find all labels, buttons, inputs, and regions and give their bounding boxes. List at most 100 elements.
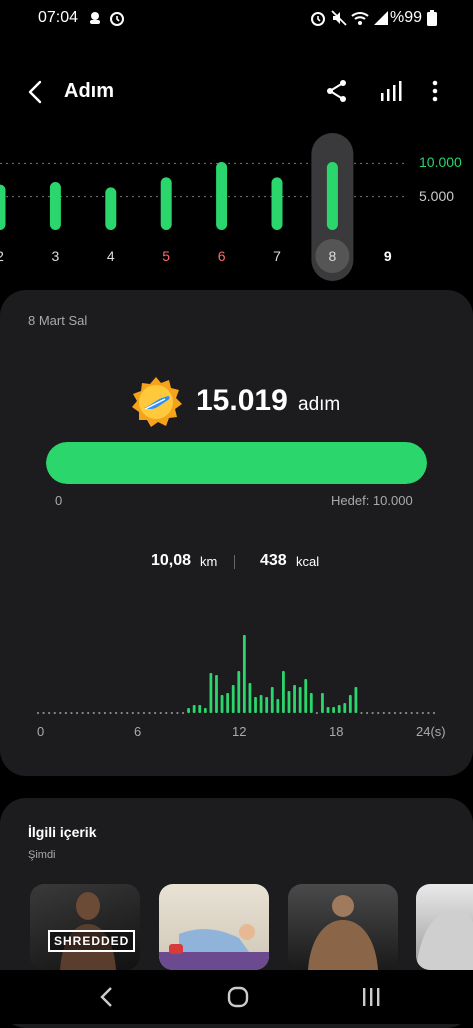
steps-progress-bar: [46, 442, 427, 484]
hourly-dot: [365, 711, 369, 715]
day-label[interactable]: 9: [373, 248, 403, 264]
hourly-dot: [103, 711, 107, 715]
day-label[interactable]: 2: [0, 248, 15, 264]
hourly-bar: [354, 687, 358, 713]
hourly-dot: [432, 711, 436, 715]
hourly-bar: [192, 705, 196, 713]
battery-percent: %99: [390, 9, 423, 26]
related-content-subtitle: Şimdi: [28, 849, 56, 861]
day-bar[interactable]: [160, 177, 172, 230]
hourly-dot: [109, 711, 112, 715]
hourly-dot: [405, 711, 408, 715]
day-bar[interactable]: [49, 182, 61, 230]
shredded-label: SHREDDED: [48, 930, 136, 952]
hourly-bar: [254, 697, 257, 713]
hourly-dot: [388, 711, 391, 715]
calories-unit: kcal: [296, 554, 320, 569]
day-bar[interactable]: [326, 162, 338, 230]
day-label[interactable]: 3: [40, 248, 70, 264]
related-item-thumbnail[interactable]: [416, 884, 473, 970]
hourly-dot: [170, 711, 173, 715]
nav-recents-icon[interactable]: [360, 986, 382, 1008]
hourly-dot: [64, 711, 67, 715]
hour-tick-label: 18: [329, 724, 344, 739]
bar-chart-icon: [381, 81, 402, 101]
distance-value: 10,08: [151, 552, 192, 569]
calories-value: 438: [260, 552, 287, 569]
hourly-dot: [120, 711, 123, 715]
hourly-bar: [187, 708, 190, 713]
hourly-bar: [287, 691, 291, 713]
hourly-bar: [203, 708, 207, 713]
related-item-thumbnail[interactable]: [159, 884, 269, 970]
day-bar[interactable]: [271, 177, 283, 230]
hourly-dot: [48, 711, 51, 715]
hourly-bar: [259, 695, 263, 713]
day-bar[interactable]: [0, 184, 6, 230]
day-label[interactable]: 4: [96, 248, 126, 264]
chart-view-button[interactable]: [378, 78, 404, 104]
signal-icon: [374, 11, 388, 25]
day-label[interactable]: 6: [207, 248, 237, 264]
goal-line-label: 10.000: [419, 154, 462, 171]
hourly-dot: [131, 711, 134, 715]
goal-line-label: 5.000: [419, 187, 455, 204]
battery-icon: [427, 10, 437, 26]
day-bar[interactable]: [216, 162, 228, 230]
hourly-bar: [332, 707, 336, 713]
hourly-bar: [248, 683, 252, 713]
hourly-dot: [142, 711, 146, 715]
hourly-bar: [265, 697, 269, 713]
hourly-dot: [70, 711, 73, 715]
hourly-bar: [309, 693, 313, 713]
hourly-dot: [416, 711, 419, 715]
date-label: 8 Mart Sal: [28, 313, 88, 328]
hourly-dot: [114, 711, 118, 715]
related-item-thumbnail[interactable]: [288, 884, 398, 970]
hourly-dot: [399, 711, 402, 715]
more-options-button[interactable]: [423, 78, 447, 104]
related-item-thumbnail[interactable]: SHREDDED: [30, 884, 140, 970]
nav-back-icon[interactable]: [97, 986, 117, 1008]
hourly-dot: [148, 711, 151, 715]
day-label[interactable]: 5: [151, 248, 181, 264]
torso-image: [416, 910, 473, 970]
hourly-bar: [304, 679, 308, 713]
hourly-dot: [176, 711, 179, 715]
day-bar[interactable]: [105, 187, 117, 230]
nav-home-icon[interactable]: [226, 985, 250, 1009]
goal-label: Hedef: 10.000: [331, 493, 413, 508]
hourly-dot: [98, 711, 101, 715]
hourly-dot: [81, 711, 84, 715]
mute-icon: [331, 10, 347, 26]
navigation-bar: [0, 970, 473, 1024]
notification-icon: [90, 12, 100, 24]
alarm-icon: [110, 12, 124, 26]
steps-unit: adım: [298, 394, 341, 415]
athlete-image: [60, 892, 116, 970]
status-bar: 07:04 %99: [0, 0, 473, 36]
hourly-dot: [421, 711, 424, 715]
hourly-dot: [126, 711, 129, 715]
hourly-dot: [377, 711, 380, 715]
day-label[interactable]: 7: [262, 248, 292, 264]
back-button[interactable]: [22, 78, 50, 106]
hourly-dot: [42, 711, 45, 715]
hourly-dot: [410, 711, 413, 715]
hourly-dot: [53, 711, 56, 715]
muscle-man-image: [308, 895, 378, 970]
hourly-bar: [209, 673, 213, 713]
hourly-dot: [393, 711, 397, 715]
weekly-steps-chart[interactable]: 10.000 5.000 2 3 4 5 6 7 8 9: [0, 125, 473, 285]
hourly-bar: [231, 685, 235, 713]
hourly-dot: [181, 711, 185, 715]
day-label[interactable]: 8: [317, 248, 347, 264]
steps-progress-fill: [46, 442, 427, 484]
goal-medal-icon: [129, 375, 183, 429]
share-button[interactable]: [324, 78, 350, 104]
share-icon: [327, 80, 346, 102]
hourly-bars: [36, 635, 436, 715]
distance-unit: km: [200, 554, 218, 569]
wifi-icon: [351, 12, 369, 25]
hourly-dot: [87, 711, 90, 715]
